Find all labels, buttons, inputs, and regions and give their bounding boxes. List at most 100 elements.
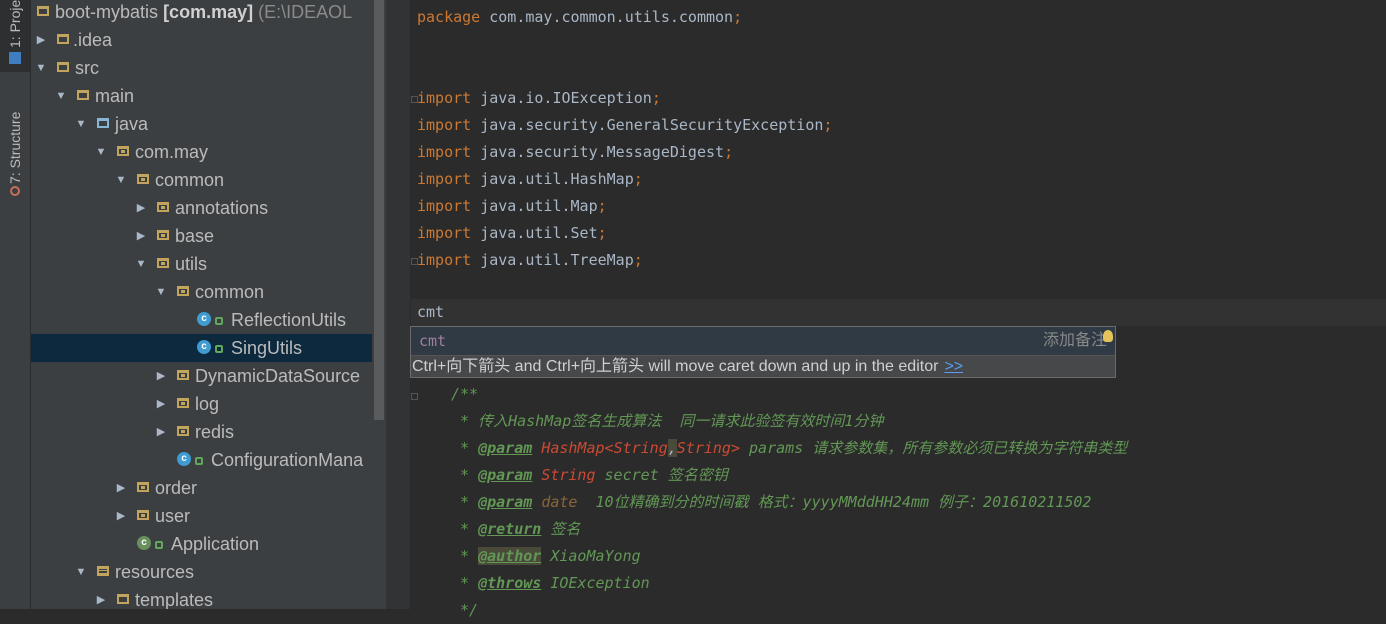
resources-folder-icon	[97, 566, 109, 576]
tree-label: utils	[175, 254, 208, 274]
collapse-arrow-icon[interactable]: ▼	[35, 54, 47, 82]
expand-arrow-icon[interactable]: ▶	[35, 26, 47, 54]
tree-label: order	[155, 478, 198, 498]
collapse-arrow-icon[interactable]: ▼	[75, 558, 87, 586]
expand-arrow-icon[interactable]: ▶	[115, 502, 127, 530]
tree-label: resources	[115, 562, 195, 582]
javadoc-author: * @author XiaoMaYong	[451, 547, 641, 565]
tool-tab-project[interactable]: 1: Project	[0, 0, 30, 72]
tree-label: com.may	[135, 142, 209, 162]
folder-icon	[117, 594, 129, 604]
access-lock-icon	[215, 345, 223, 353]
collapse-arrow-icon[interactable]: ▼	[55, 82, 67, 110]
structure-icon	[10, 186, 20, 196]
completion-item-desc: 添加备注	[1042, 332, 1107, 349]
tool-tab-project-label: 1: Project	[7, 0, 23, 48]
collapse-arrow-icon[interactable]: ▼	[95, 138, 107, 166]
package-icon	[117, 146, 129, 156]
tree-label: src	[75, 58, 99, 78]
project-scrollbar[interactable]	[374, 0, 384, 420]
javadoc-throws: * @throws IOException	[451, 574, 650, 592]
tree-row-annotations[interactable]: ▶ annotations	[31, 194, 372, 222]
collapse-arrow-icon[interactable]: ▼	[135, 250, 147, 278]
import-line: import java.io.IOException;	[417, 89, 661, 107]
tree-row-common[interactable]: ▼ common	[31, 166, 372, 194]
tree-row-templates[interactable]: ▶ templates	[31, 586, 372, 609]
collapse-arrow-icon[interactable]: ▼	[155, 278, 167, 306]
import-line: import java.security.GeneralSecurityExce…	[417, 116, 833, 134]
expand-arrow-icon[interactable]: ▶	[135, 222, 147, 250]
module-path: (E:\IDEAOL	[258, 2, 353, 22]
tree-row-utils-common[interactable]: ▼ common	[31, 278, 372, 306]
folder-icon	[77, 90, 89, 100]
lightbulb-icon[interactable]	[1103, 330, 1113, 342]
expand-arrow-icon[interactable]: ▶	[135, 194, 147, 222]
tree-row-utils[interactable]: ▼ utils	[31, 250, 372, 278]
tree-row-src[interactable]: ▼ src	[31, 54, 372, 82]
tree-label: ConfigurationMana	[211, 450, 364, 470]
tree-label: base	[175, 226, 215, 246]
tree-row-singutils[interactable]: c SingUtils	[31, 334, 372, 362]
package-icon	[137, 482, 149, 492]
package-icon	[157, 258, 169, 268]
module-package: [com.may]	[163, 2, 254, 22]
collapse-arrow-icon[interactable]: ▼	[115, 166, 127, 194]
tree-row-idea[interactable]: ▶ .idea	[31, 26, 372, 54]
expand-arrow-icon[interactable]: ▶	[155, 418, 167, 446]
tree-label: ReflectionUtils	[231, 310, 347, 330]
collapse-arrow-icon[interactable]: ▼	[75, 110, 87, 138]
tree-row-application[interactable]: c Application	[31, 530, 372, 558]
tree-row-java[interactable]: ▼ java	[31, 110, 372, 138]
tool-tab-structure-label: 7: Structure	[7, 111, 23, 184]
tree-row-log[interactable]: ▶ log	[31, 390, 372, 418]
folder-icon	[57, 34, 69, 44]
code-editor[interactable]: package com.may.common.utils.common; imp…	[411, 0, 1386, 619]
expand-arrow-icon[interactable]: ▶	[155, 390, 167, 418]
expand-arrow-icon[interactable]: ▶	[155, 362, 167, 390]
import-line: import java.util.Map;	[417, 197, 607, 215]
tree-label: .idea	[73, 30, 113, 50]
tree-row-order[interactable]: ▶ order	[31, 474, 372, 502]
tree-row-base[interactable]: ▶ base	[31, 222, 372, 250]
tree-label: redis	[195, 422, 235, 442]
spring-boot-class-icon: c	[137, 536, 151, 550]
project-tree-panel: boot-mybatis [com.may] (E:\IDEAOL ▶ .ide…	[31, 0, 372, 609]
expand-arrow-icon[interactable]: ▶	[115, 474, 127, 502]
tree-row-configurationmana[interactable]: c ConfigurationMana	[31, 446, 372, 474]
tool-tab-structure[interactable]: 7: Structure	[0, 82, 30, 202]
tree-row-redis[interactable]: ▶ redis	[31, 418, 372, 446]
tree-row-main[interactable]: ▼ main	[31, 82, 372, 110]
package-line: package com.may.common.utils.common;	[417, 8, 743, 26]
import-line: import java.util.TreeMap;	[417, 251, 643, 269]
tree-label: java	[115, 114, 149, 134]
javadoc-return: * @return 签名	[451, 520, 581, 538]
tree-label: annotations	[175, 198, 269, 218]
tree-label: user	[155, 506, 191, 526]
tree-label: log	[195, 394, 220, 414]
access-lock-icon	[215, 317, 223, 325]
class-icon: c	[197, 312, 211, 326]
expand-arrow-icon[interactable]: ▶	[95, 586, 107, 609]
javadoc-param-secret: * @param String secret 签名密钥	[451, 466, 728, 484]
tree-label: main	[95, 86, 135, 106]
tree-row-user[interactable]: ▶ user	[31, 502, 372, 530]
completion-hint-link[interactable]: >>	[944, 358, 963, 375]
package-icon	[137, 174, 149, 184]
package-icon	[177, 398, 189, 408]
tree-row-com-may[interactable]: ▼ com.may	[31, 138, 372, 166]
class-icon: c	[177, 452, 191, 466]
tree-row-module[interactable]: boot-mybatis [com.may] (E:\IDEAOL	[31, 0, 372, 26]
package-icon	[177, 370, 189, 380]
completion-item-cmt[interactable]: cmt 添加备注	[411, 327, 1115, 356]
tree-label: Application	[171, 534, 260, 554]
tree-row-dynamicdatasource[interactable]: ▶ DynamicDataSource	[31, 362, 372, 390]
tree-label: common	[155, 170, 225, 190]
tree-label: DynamicDataSource	[195, 366, 361, 386]
tree-row-resources[interactable]: ▼ resources	[31, 558, 372, 586]
tree-row-reflectionutils[interactable]: c ReflectionUtils	[31, 306, 372, 334]
current-line-highlight	[411, 299, 1386, 326]
fold-marker-icon[interactable]	[411, 393, 418, 400]
completion-hint: Ctrl+向下箭头 and Ctrl+向上箭头 will move caret …	[412, 358, 964, 375]
tool-window-strip: 1: Project 7: Structure	[0, 0, 31, 609]
project-icon	[9, 52, 21, 64]
